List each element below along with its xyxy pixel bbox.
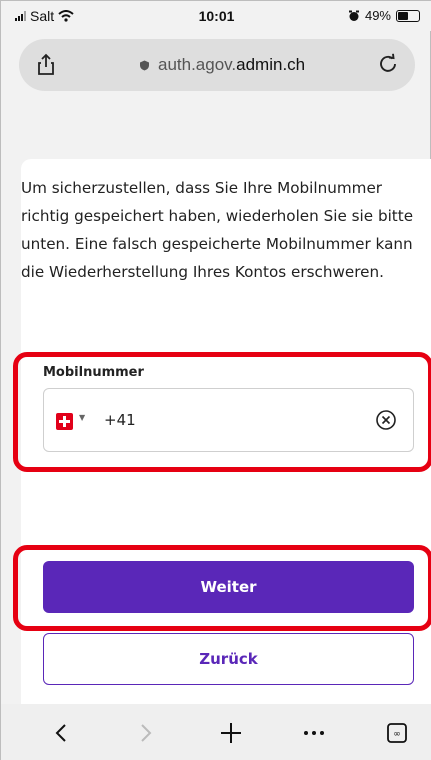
mobile-number-label: Mobilnummer [43,365,144,380]
back-button[interactable]: Zurück [43,633,414,685]
battery-info: 49% [348,8,420,23]
mobile-number-input[interactable] [104,411,344,429]
forward-icon[interactable] [131,718,161,748]
url-domain: admin.ch [236,55,306,74]
url-prefix: auth.agov. [158,55,237,74]
tabs-icon[interactable]: ∞ [382,718,412,748]
reload-icon[interactable] [377,53,399,75]
back-icon[interactable] [46,718,76,748]
secure-site-icon [140,60,149,70]
mobile-number-field[interactable]: ▼ [43,388,414,452]
svg-text:∞: ∞ [393,730,401,740]
battery-percent: 49% [364,8,391,23]
instruction-text: Um sicherzustellen, dass Sie Ihre Mobiln… [21,179,414,281]
address-bar[interactable]: auth.agov.admin.ch [19,39,415,91]
country-dropdown-icon[interactable]: ▼ [79,413,85,422]
clear-input-icon[interactable] [375,409,397,431]
browser-toolbar: ∞ [1,704,431,760]
alarm-icon [348,10,359,21]
next-button[interactable]: Weiter [43,561,414,613]
status-bar: Salt 10:01 49% [1,1,431,31]
share-icon[interactable] [35,53,57,77]
url-text[interactable]: auth.agov.admin.ch [139,55,305,75]
swiss-flag-icon[interactable] [56,413,73,430]
more-icon[interactable] [299,718,329,748]
new-tab-icon[interactable] [216,718,246,748]
battery-icon [396,9,420,22]
